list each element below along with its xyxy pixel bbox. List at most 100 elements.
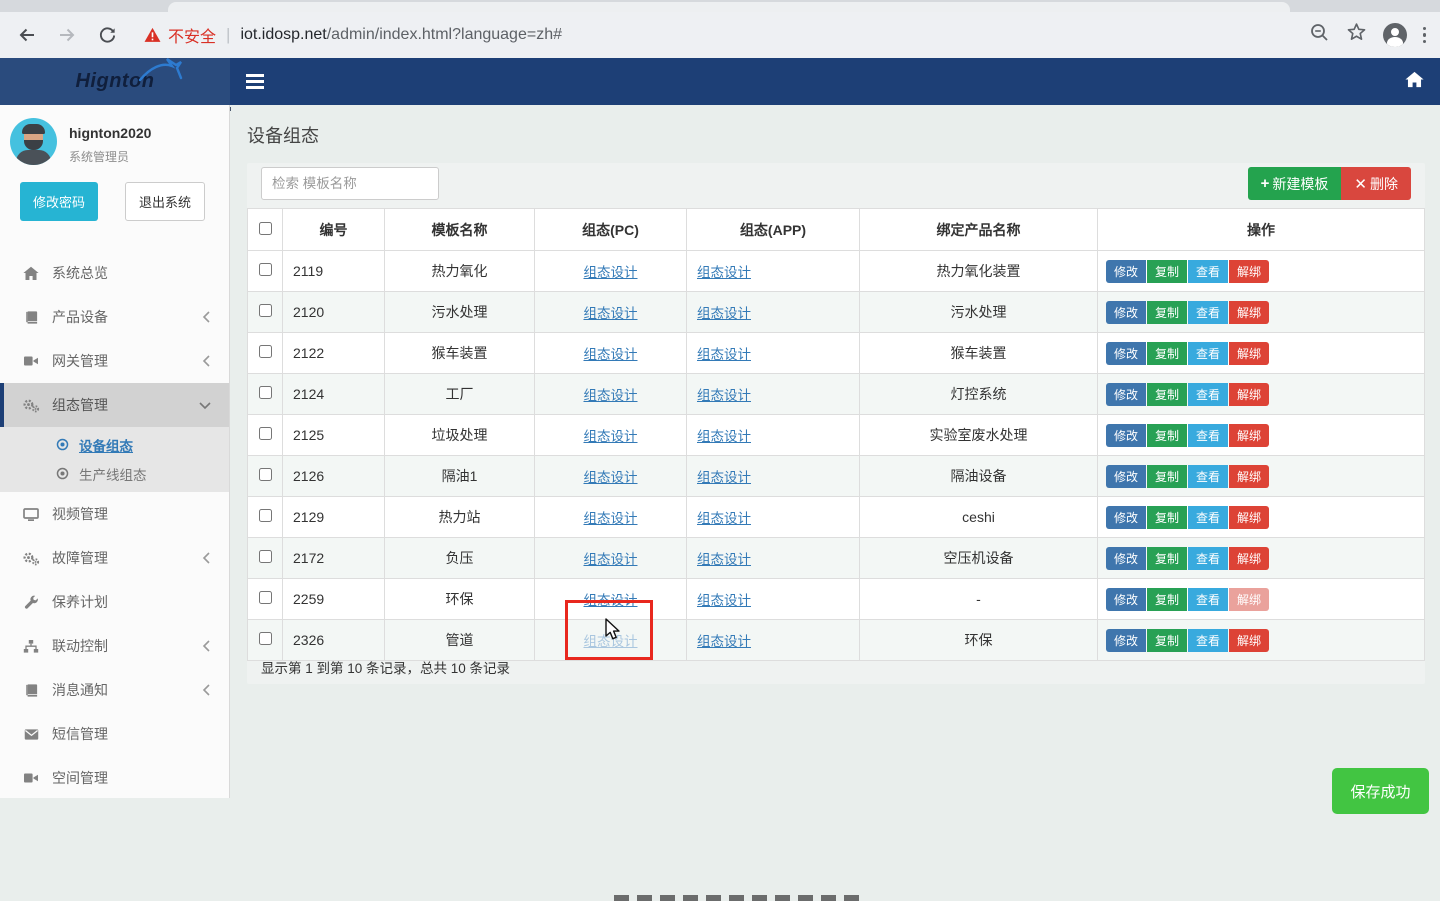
row-checkbox[interactable] [259,427,272,440]
copy-button[interactable]: 复制 [1147,629,1187,652]
edit-button[interactable]: 修改 [1106,506,1146,529]
row-checkbox[interactable] [259,591,272,604]
refresh-icon[interactable] [94,22,120,48]
pc-config-link[interactable]: 组态设计 [584,593,638,608]
pc-config-link[interactable]: 组态设计 [584,347,638,362]
sidebar-item-联动控制[interactable]: 联动控制 [0,624,229,668]
sidebar-item-消息通知[interactable]: 消息通知 [0,668,229,712]
edit-button[interactable]: 修改 [1106,383,1146,406]
copy-button[interactable]: 复制 [1147,506,1187,529]
app-config-link[interactable]: 组态设计 [697,593,751,608]
app-config-link[interactable]: 组态设计 [697,552,751,567]
unbind-button[interactable]: 解绑 [1229,506,1269,529]
row-checkbox[interactable] [259,345,272,358]
unbind-button[interactable]: 解绑 [1229,629,1269,652]
edit-button[interactable]: 修改 [1106,260,1146,283]
app-config-link[interactable]: 组态设计 [697,347,751,362]
view-button[interactable]: 查看 [1188,260,1228,283]
unbind-button[interactable]: 解绑 [1229,547,1269,570]
sidebar-item-视频管理[interactable]: 视频管理 [0,492,229,536]
view-button[interactable]: 查看 [1188,465,1228,488]
unbind-button[interactable]: 解绑 [1229,301,1269,324]
pc-config-link[interactable]: 组态设计 [584,388,638,403]
forward-icon[interactable] [54,22,80,48]
browser-active-tab[interactable] [168,2,1290,12]
app-config-link[interactable]: 组态设计 [697,429,751,444]
app-config-link[interactable]: 组态设计 [697,388,751,403]
sidebar-item-系统总览[interactable]: 系统总览 [0,251,229,295]
pc-config-link[interactable]: 组态设计 [584,470,638,485]
copy-button[interactable]: 复制 [1147,465,1187,488]
pc-config-link[interactable]: 组态设计 [584,306,638,321]
row-checkbox[interactable] [259,263,272,276]
user-avatar[interactable] [10,118,57,165]
pc-config-link[interactable]: 组态设计 [584,552,638,567]
search-input[interactable] [261,167,439,200]
app-config-link[interactable]: 组态设计 [697,634,751,649]
sidebar-item-保养计划[interactable]: 保养计划 [0,580,229,624]
sidebar-item-故障管理[interactable]: 故障管理 [0,536,229,580]
view-button[interactable]: 查看 [1188,342,1228,365]
view-button[interactable]: 查看 [1188,383,1228,406]
pc-config-link[interactable]: 组态设计 [584,511,638,526]
edit-button[interactable]: 修改 [1106,342,1146,365]
url-bar[interactable]: 不安全 | iot.idosp.net/admin/index.html?lan… [144,23,1309,47]
edit-button[interactable]: 修改 [1106,547,1146,570]
copy-button[interactable]: 复制 [1147,342,1187,365]
view-button[interactable]: 查看 [1188,547,1228,570]
sidebar-item-产品设备[interactable]: 产品设备 [0,295,229,339]
home-icon[interactable] [1405,71,1424,93]
copy-button[interactable]: 复制 [1147,588,1187,611]
unbind-button[interactable]: 解绑 [1229,383,1269,406]
zoom-out-icon[interactable] [1309,22,1330,48]
sidebar-subitem-设备组态[interactable]: 设备组态 [0,430,229,459]
edit-button[interactable]: 修改 [1106,588,1146,611]
copy-button[interactable]: 复制 [1147,547,1187,570]
sidebar-item-空间管理[interactable]: 空间管理 [0,756,229,800]
app-config-link[interactable]: 组态设计 [697,306,751,321]
app-config-link[interactable]: 组态设计 [697,265,751,280]
edit-button[interactable]: 修改 [1106,465,1146,488]
sidebar-item-短信管理[interactable]: 短信管理 [0,712,229,756]
back-icon[interactable] [14,22,40,48]
unbind-button[interactable]: 解绑 [1229,465,1269,488]
sidebar-item-网关管理[interactable]: 网关管理 [0,339,229,383]
sidebar-subitem-生产线组态[interactable]: 生产线组态 [0,459,229,488]
bookmark-star-icon[interactable] [1346,22,1367,48]
unbind-button[interactable]: 解绑 [1229,260,1269,283]
new-template-button[interactable]: +新建模板 [1248,167,1342,200]
view-button[interactable]: 查看 [1188,506,1228,529]
view-button[interactable]: 查看 [1188,629,1228,652]
edit-button[interactable]: 修改 [1106,301,1146,324]
unbind-button[interactable]: 解绑 [1229,342,1269,365]
pc-config-link[interactable]: 组态设计 [584,265,638,280]
delete-button[interactable]: ✕删除 [1341,167,1411,200]
row-checkbox[interactable] [259,509,272,522]
view-button[interactable]: 查看 [1188,301,1228,324]
view-button[interactable]: 查看 [1188,588,1228,611]
sidebar-item-组态管理[interactable]: 组态管理 [0,383,229,427]
pc-config-link[interactable]: 组态设计 [584,634,638,649]
row-checkbox[interactable] [259,304,272,317]
copy-button[interactable]: 复制 [1147,260,1187,283]
pc-config-link[interactable]: 组态设计 [584,429,638,444]
change-password-button[interactable]: 修改密码 [20,182,98,221]
view-button[interactable]: 查看 [1188,424,1228,447]
row-checkbox[interactable] [259,386,272,399]
row-checkbox[interactable] [259,468,272,481]
copy-button[interactable]: 复制 [1147,424,1187,447]
copy-button[interactable]: 复制 [1147,383,1187,406]
unbind-button[interactable]: 解绑 [1229,588,1269,611]
browser-profile-icon[interactable] [1383,23,1407,47]
select-all-checkbox[interactable] [259,222,272,235]
copy-button[interactable]: 复制 [1147,301,1187,324]
edit-button[interactable]: 修改 [1106,629,1146,652]
row-checkbox[interactable] [259,550,272,563]
edit-button[interactable]: 修改 [1106,424,1146,447]
app-config-link[interactable]: 组态设计 [697,511,751,526]
browser-menu-icon[interactable] [1423,27,1427,44]
unbind-button[interactable]: 解绑 [1229,424,1269,447]
logo[interactable]: Hignton [0,58,230,105]
sidebar-toggle-icon[interactable] [246,74,264,89]
row-checkbox[interactable] [259,632,272,645]
